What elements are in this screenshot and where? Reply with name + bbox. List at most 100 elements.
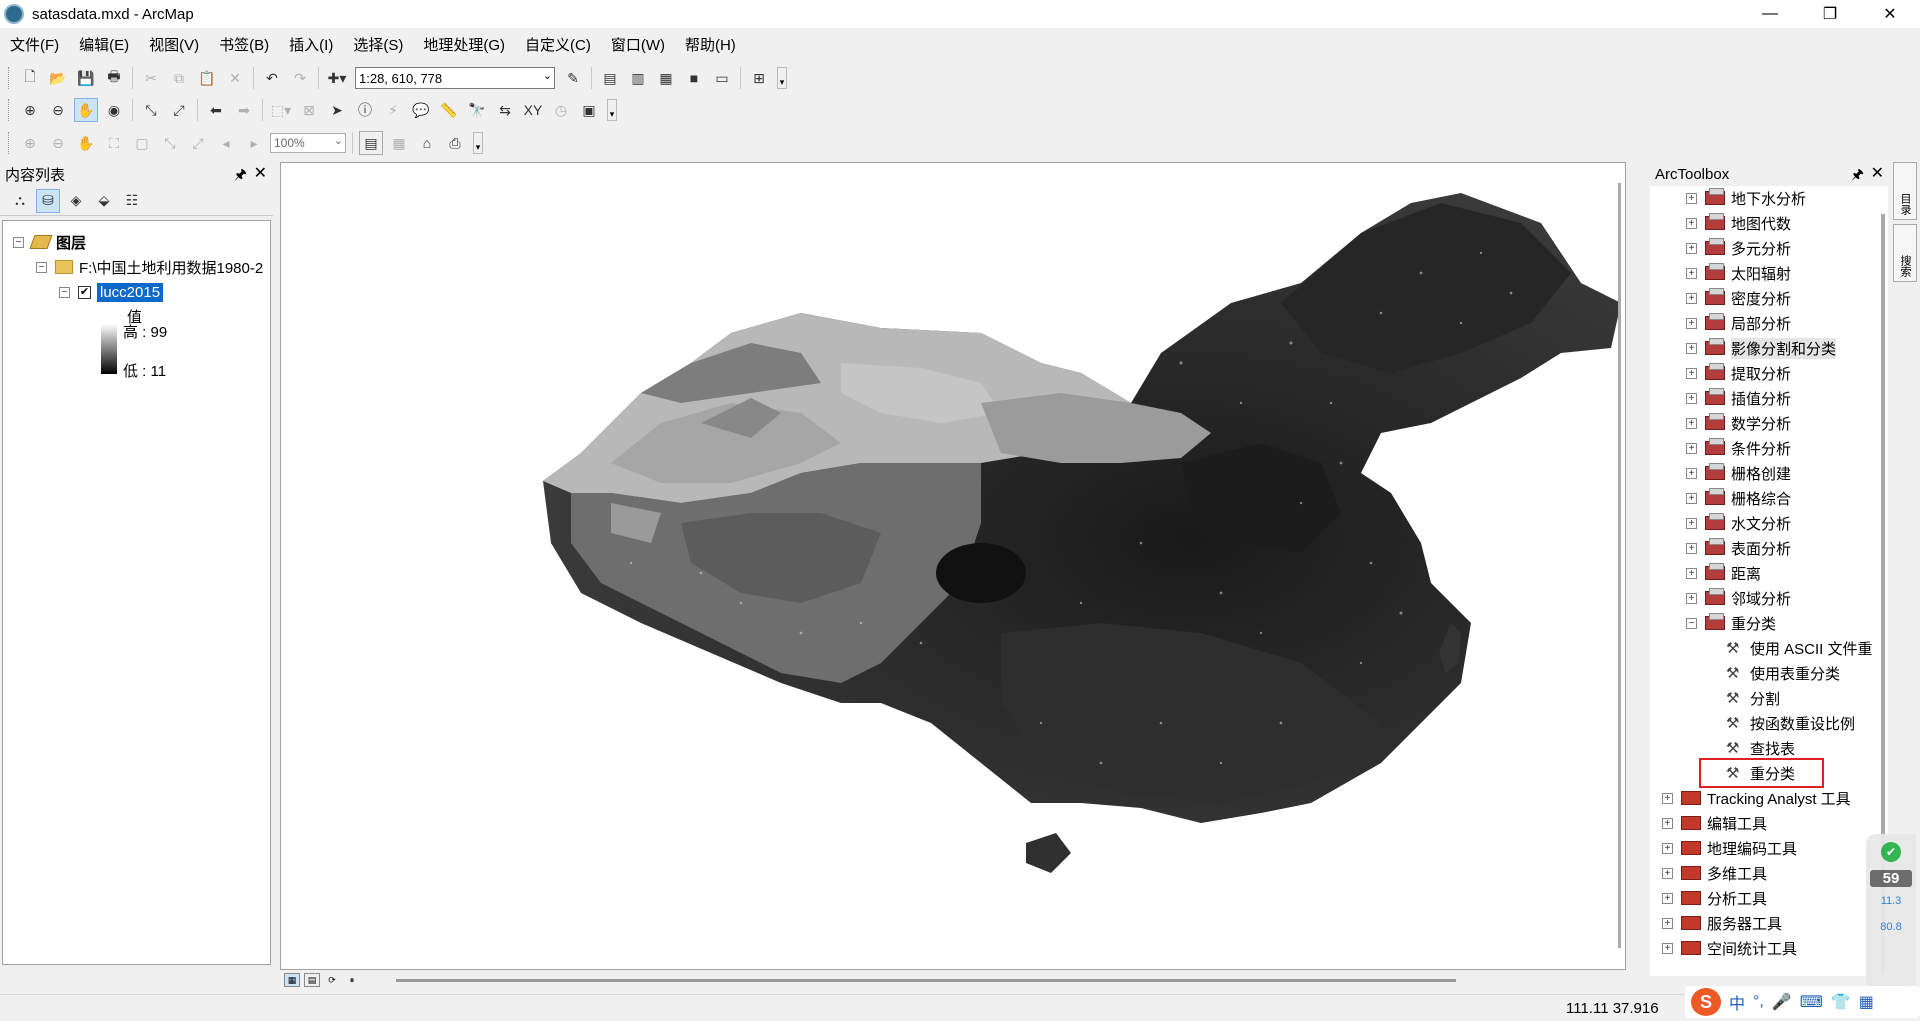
layout-pan-icon[interactable]: ✋ [74, 131, 98, 155]
toolbox-item[interactable]: + 空间统计工具 [1662, 936, 1797, 960]
tool-item[interactable]: ⚒ 分割 [1726, 686, 1780, 710]
toolset-item[interactable]: + 数学分析 [1686, 411, 1791, 435]
layout-view-button[interactable]: ▤ [304, 973, 320, 987]
data-driven-pages-icon[interactable]: ⎙ [443, 131, 467, 155]
grid-menu-icon[interactable]: ▦ [1859, 992, 1874, 1012]
find-route-icon[interactable]: ⇆ [493, 98, 517, 122]
previous-extent-icon[interactable]: ◂ [214, 131, 238, 155]
toolset-item[interactable]: + 局部分析 [1686, 311, 1791, 335]
expand-icon[interactable]: + [1686, 467, 1697, 479]
menu-insert[interactable]: 插入(I) [279, 34, 343, 55]
paste-icon[interactable]: 📋 [195, 66, 219, 90]
chevron-down-icon[interactable]: ⌄ [543, 69, 552, 82]
toolbox-item[interactable]: + 服务器工具 [1662, 911, 1782, 935]
pause-drawing-icon[interactable]: ⏸ [344, 973, 360, 987]
expand-icon[interactable]: + [1662, 842, 1673, 854]
toggle-draft-icon[interactable]: ▤ [359, 131, 383, 155]
toolset-item[interactable]: + 水文分析 [1686, 511, 1791, 535]
map-scale-input[interactable]: 1:28, 610, 778 ⌄ [355, 67, 555, 89]
toc-layer[interactable]: − ✔ lucc2015 [59, 281, 164, 303]
expand-icon[interactable]: + [1686, 217, 1697, 229]
html-popup-icon[interactable]: 💬 [409, 98, 433, 122]
toolset-item[interactable]: + 地图代数 [1686, 211, 1791, 235]
undo-icon[interactable]: ↶ [260, 66, 284, 90]
redo-icon[interactable]: ↷ [288, 66, 312, 90]
save-icon[interactable]: 💾 [74, 66, 98, 90]
expand-icon[interactable]: + [1686, 317, 1697, 329]
list-by-source-icon[interactable]: ⛁ [36, 188, 60, 213]
forward-icon[interactable]: ➡ [232, 98, 256, 122]
expand-icon[interactable]: + [1686, 367, 1697, 379]
tool-item[interactable]: ⚒ 使用表重分类 [1726, 661, 1840, 685]
skin-icon[interactable]: 👕 [1831, 992, 1851, 1012]
toolset-reclass[interactable]: − 重分类 [1686, 611, 1776, 635]
tool-item[interactable]: ⚒ 使用 ASCII 文件重 [1726, 636, 1873, 660]
close-icon[interactable]: ✕ [254, 163, 267, 183]
toolset-item[interactable]: + 栅格创建 [1686, 461, 1791, 485]
expand-icon[interactable]: + [1686, 492, 1697, 504]
fixed-zoom-out-layout-icon[interactable]: ⤢ [186, 131, 210, 155]
toolset-item[interactable]: + 条件分析 [1686, 436, 1791, 460]
expand-icon[interactable]: + [1686, 292, 1697, 304]
toolbar-options-icon-3[interactable]: ▾ [473, 132, 483, 154]
expand-icon[interactable]: + [1686, 417, 1697, 429]
toolbox-item[interactable]: + 多维工具 [1662, 861, 1767, 885]
tool-item[interactable]: ⚒ 按函数重设比例 [1726, 711, 1855, 735]
expand-icon[interactable]: + [1686, 592, 1697, 604]
toolbar-options-icon[interactable]: ▾ [777, 67, 787, 89]
close-icon-2[interactable]: ✕ [1871, 163, 1884, 183]
toolset-item[interactable]: + 邻域分析 [1686, 586, 1791, 610]
clear-selection-icon[interactable]: ⊠ [297, 98, 321, 122]
collapse-icon[interactable]: − [1686, 617, 1697, 629]
map-horizontal-scrollbar[interactable] [396, 979, 1456, 982]
select-elements-icon[interactable]: ➤ [325, 98, 349, 122]
toolset-item[interactable]: + 密度分析 [1686, 286, 1791, 310]
catalog-tab[interactable]: 目录 [1893, 162, 1917, 220]
toolbox-item[interactable]: + 编辑工具 [1662, 811, 1767, 835]
search-window-icon[interactable]: ▦ [654, 66, 678, 90]
menu-view[interactable]: 视图(V) [139, 34, 209, 55]
ime-punct[interactable]: °, [1753, 993, 1764, 1011]
fixed-zoom-out-icon[interactable]: ⤢ [167, 98, 191, 122]
menu-bookmarks[interactable]: 书签(B) [209, 34, 279, 55]
map-vertical-scrollbar[interactable] [1618, 183, 1621, 948]
identify-icon[interactable]: ⓘ [353, 98, 377, 122]
menu-windows[interactable]: 窗口(W) [601, 34, 675, 55]
expand-icon[interactable]: + [1686, 192, 1697, 204]
pan-icon[interactable]: ✋ [74, 98, 98, 122]
layer-visibility-checkbox[interactable]: ✔ [78, 285, 91, 299]
expand-icon[interactable]: + [1686, 542, 1697, 554]
expand-icon[interactable]: + [1662, 942, 1673, 954]
toolbar-options-icon-2[interactable]: ▾ [607, 99, 617, 121]
viewer-window-icon[interactable]: ▣ [577, 98, 601, 122]
open-icon[interactable]: 📂 [46, 66, 70, 90]
toolbox-item[interactable]: + 分析工具 [1662, 886, 1767, 910]
ime-chinese[interactable]: 中 [1729, 990, 1745, 1014]
editor-icon[interactable]: ✎ [561, 66, 585, 90]
zoom-whole-page-icon[interactable]: ⛶ [102, 131, 126, 155]
delete-icon[interactable]: ✕ [223, 66, 247, 90]
arctoolbox-window-icon[interactable]: ■ [682, 66, 706, 90]
expand-icon[interactable]: + [1686, 342, 1697, 354]
toolset-item[interactable]: + 栅格综合 [1686, 486, 1791, 510]
pin-icon-2[interactable]: 🖈 [1851, 164, 1864, 188]
measure-icon[interactable]: 📏 [437, 98, 461, 122]
menu-edit[interactable]: 编辑(E) [69, 34, 139, 55]
toc-options-icon[interactable]: ☷ [120, 189, 144, 213]
toolbox-item[interactable]: + Tracking Analyst 工具 [1662, 786, 1851, 810]
toolset-item[interactable]: + 插值分析 [1686, 386, 1791, 410]
select-features-icon[interactable]: ⬚▾ [269, 98, 293, 122]
toolset-item[interactable]: + 表面分析 [1686, 536, 1791, 560]
cut-icon[interactable]: ✂ [139, 66, 163, 90]
python-window-icon[interactable]: ▭ [710, 66, 734, 90]
print-icon[interactable]: 🖶 [102, 66, 126, 90]
restore-button[interactable]: ❐ [1800, 0, 1860, 28]
add-data-icon[interactable]: ✚▾ [325, 66, 349, 90]
fixed-zoom-in-icon[interactable]: ⤡ [139, 98, 163, 122]
new-icon[interactable]: 🗋 [18, 66, 42, 90]
expand-icon[interactable]: + [1662, 792, 1673, 804]
sogou-icon[interactable]: S [1691, 988, 1721, 1016]
menu-geoprocessing[interactable]: 地理处理(G) [413, 34, 515, 55]
toolset-item[interactable]: + 提取分析 [1686, 361, 1791, 385]
menu-file[interactable]: 文件(F) [0, 34, 69, 55]
